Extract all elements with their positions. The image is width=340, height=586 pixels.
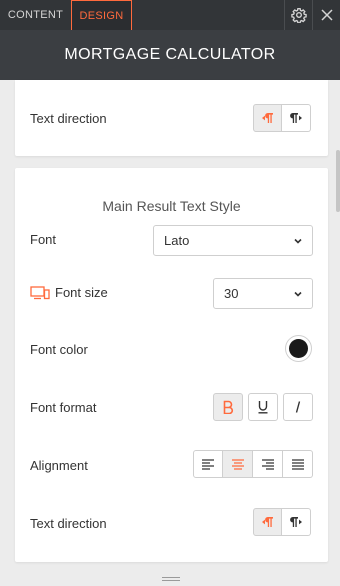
font-size-select[interactable]: 30 <box>213 278 313 309</box>
page-title: MORTGAGE CALCULATOR <box>64 46 276 63</box>
ltr-icon <box>290 113 302 123</box>
font-color-label: Font color <box>30 342 88 357</box>
text-direction-panel: Text direction <box>15 80 328 156</box>
tab-design[interactable]: DESIGN <box>71 0 132 30</box>
text-direction-toggle <box>253 508 311 536</box>
gear-icon <box>290 8 307 23</box>
settings-button[interactable] <box>284 0 312 30</box>
text-direction-label: Text direction <box>30 516 107 531</box>
font-size-label: Font size <box>55 285 108 300</box>
alignment-label: Alignment <box>30 458 88 473</box>
scrollbar-thumb[interactable] <box>336 150 340 212</box>
text-direction-ltr-button[interactable] <box>282 104 311 132</box>
align-center-button[interactable] <box>223 450 253 478</box>
tab-content[interactable]: CONTENT <box>0 0 71 30</box>
ltr-icon <box>290 517 302 527</box>
italic-icon <box>295 401 301 413</box>
align-left-icon <box>202 458 214 470</box>
italic-button[interactable] <box>283 393 313 421</box>
text-direction-toggle <box>253 104 311 132</box>
underline-icon <box>258 401 268 414</box>
font-size-select-value: 30 <box>224 286 239 301</box>
font-color-picker[interactable] <box>285 335 312 362</box>
bold-icon <box>223 400 234 414</box>
font-select[interactable]: Lato <box>153 225 313 256</box>
chevron-down-icon <box>294 238 302 244</box>
chevron-down-icon <box>294 291 302 297</box>
alignment-group <box>193 450 313 478</box>
align-justify-icon <box>291 458 304 470</box>
rtl-icon <box>261 517 273 527</box>
align-left-button[interactable] <box>193 450 223 478</box>
font-label: Font <box>30 232 57 247</box>
font-select-value: Lato <box>164 233 190 248</box>
tab-bar-spacer <box>132 0 284 30</box>
align-right-button[interactable] <box>253 450 283 478</box>
header: MORTGAGE CALCULATOR <box>0 30 340 80</box>
close-icon <box>320 9 333 21</box>
close-button[interactable] <box>312 0 340 30</box>
align-justify-button[interactable] <box>283 450 313 478</box>
align-right-icon <box>261 458 274 470</box>
main-result-text-style-panel: Main Result Text Style Font Lato Font si… <box>15 168 328 562</box>
section-title: Main Result Text Style <box>102 198 241 214</box>
resize-handle[interactable] <box>162 577 180 582</box>
text-direction-ltr-button[interactable] <box>282 508 311 536</box>
text-direction-rtl-button[interactable] <box>253 104 282 132</box>
font-color-swatch <box>289 339 308 358</box>
text-direction-label: Text direction <box>30 111 107 126</box>
text-direction-rtl-button[interactable] <box>253 508 282 536</box>
font-format-label: Font format <box>30 400 97 415</box>
underline-button[interactable] <box>248 393 278 421</box>
tab-bar: CONTENT DESIGN <box>0 0 340 30</box>
bold-button[interactable] <box>213 393 243 421</box>
desktop-mobile-icon[interactable] <box>30 286 50 300</box>
font-format-group <box>213 393 313 421</box>
align-center-icon <box>231 458 244 470</box>
rtl-icon <box>261 113 273 123</box>
